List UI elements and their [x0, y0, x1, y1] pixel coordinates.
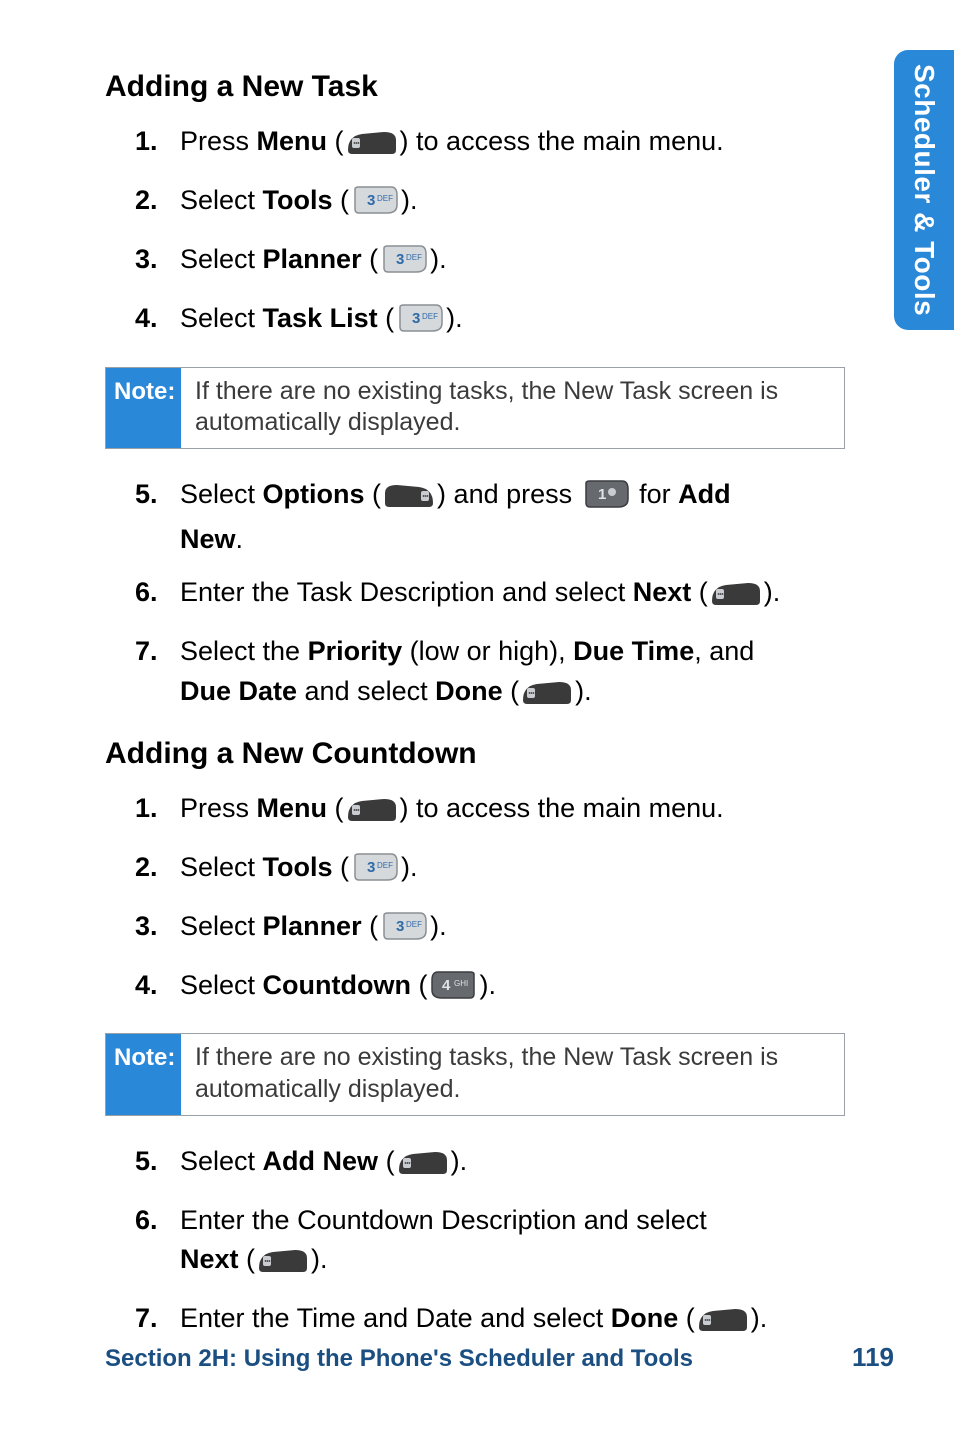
task-step-5: Select Options () and press for Add New. [135, 475, 785, 559]
note-label: Note: [106, 1034, 181, 1115]
task-step-7: Select the Priority (low or high), Due T… [135, 632, 785, 716]
page-number: 119 [852, 1342, 894, 1373]
countdown-step-7: Enter the Time and Date and select Done … [135, 1299, 785, 1344]
key-4-icon [430, 970, 478, 1011]
footer-section-title: Section 2H: Using the Phone's Scheduler … [105, 1345, 693, 1373]
softkey-left-icon [397, 1146, 449, 1187]
key-1-icon [582, 479, 630, 520]
page-footer: Section 2H: Using the Phone's Scheduler … [105, 1342, 894, 1373]
task-steps-5to7: Select Options () and press for Add New.… [105, 475, 785, 717]
softkey-right-icon [383, 479, 435, 520]
note-text: If there are no existing tasks, the New … [181, 368, 844, 449]
countdown-step-5: Select Add New (). [135, 1142, 785, 1187]
key-3-icon [396, 303, 444, 344]
key-3-icon [380, 911, 428, 952]
task-step-6: Enter the Task Description and select Ne… [135, 573, 785, 618]
note-text: If there are no existing tasks, the New … [181, 1034, 844, 1115]
softkey-left-icon [346, 126, 398, 167]
task-step-4: Select Task List (). [135, 299, 785, 344]
softkey-left-icon [697, 1303, 749, 1344]
task-steps-1to4: Press Menu () to access the main menu. S… [105, 122, 785, 345]
countdown-steps-1to4: Press Menu () to access the main menu. S… [105, 789, 785, 1012]
page-content: Adding a New Task Press Menu () to acces… [0, 0, 845, 1344]
countdown-step-4: Select Countdown (). [135, 966, 785, 1011]
heading-add-task: Adding a New Task [105, 70, 785, 104]
softkey-left-icon [346, 793, 398, 834]
note-box-task: Note: If there are no existing tasks, th… [105, 367, 845, 450]
note-label: Note: [106, 368, 181, 449]
countdown-steps-5to7: Select Add New (). Enter the Countdown D… [105, 1142, 785, 1345]
task-step-3: Select Planner (). [135, 240, 785, 285]
key-3-icon [351, 852, 399, 893]
heading-add-countdown: Adding a New Countdown [105, 737, 785, 771]
countdown-step-3: Select Planner (). [135, 907, 785, 952]
side-tab-label: Scheduler & Tools [908, 64, 940, 316]
key-3-icon [351, 185, 399, 226]
countdown-step-6: Enter the Countdown Description and sele… [135, 1201, 785, 1285]
key-3-icon [380, 244, 428, 285]
softkey-left-icon [257, 1244, 309, 1285]
countdown-step-1: Press Menu () to access the main menu. [135, 789, 785, 834]
side-tab: Scheduler & Tools [894, 50, 954, 330]
countdown-step-2: Select Tools (). [135, 848, 785, 893]
task-step-1: Press Menu () to access the main menu. [135, 122, 785, 167]
softkey-left-icon [521, 676, 573, 717]
softkey-left-icon [710, 577, 762, 618]
task-step-2: Select Tools (). [135, 181, 785, 226]
note-box-countdown: Note: If there are no existing tasks, th… [105, 1033, 845, 1116]
